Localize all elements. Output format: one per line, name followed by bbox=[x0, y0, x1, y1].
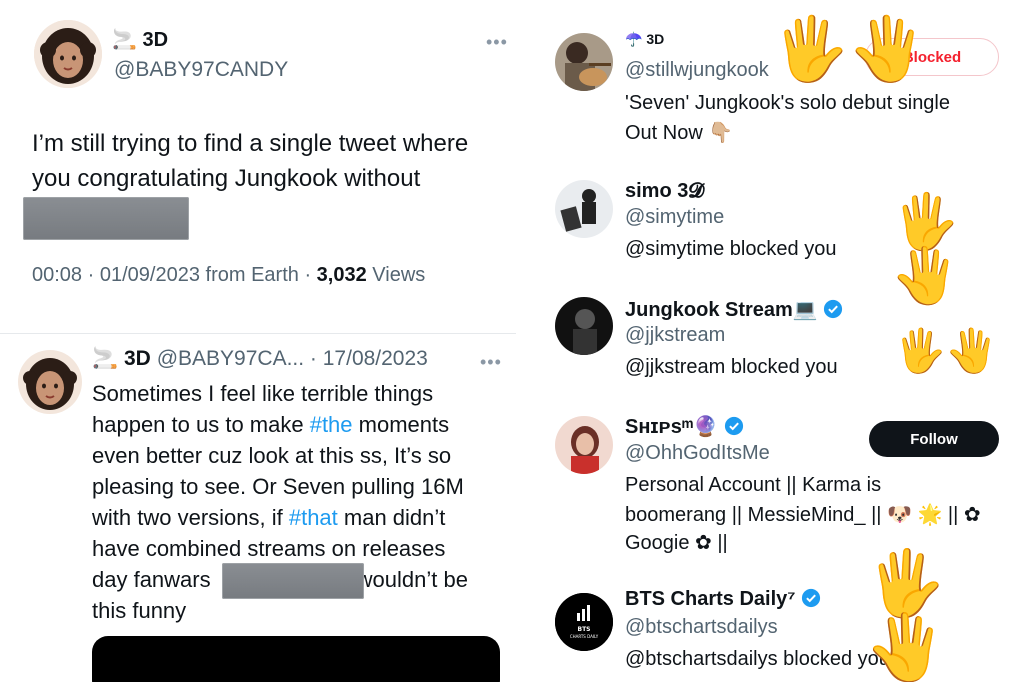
blocked-status: @btschartsdailys blocked you bbox=[625, 648, 890, 670]
handle[interactable]: @stillwjungkook bbox=[625, 59, 769, 82]
display-name: 3D bbox=[646, 31, 665, 47]
cigarette-icon: 🚬 bbox=[92, 347, 119, 370]
user-name[interactable]: Sʜɪᴘsᵐ🔮 bbox=[625, 414, 744, 439]
verified-badge-icon bbox=[724, 416, 743, 436]
tweet-time[interactable]: 00:08 bbox=[32, 264, 82, 286]
bio-line: Out Now 👇🏼 bbox=[625, 122, 734, 144]
blocked-status: @simytime blocked you bbox=[625, 238, 837, 260]
display-name: BTS Charts Daily⁷ bbox=[625, 588, 796, 610]
handle[interactable]: @OhhGodItsMe bbox=[625, 442, 770, 465]
avatar[interactable] bbox=[555, 180, 613, 238]
redaction-block bbox=[222, 563, 364, 599]
cigarette-icon: 🚬 bbox=[112, 29, 137, 51]
user-name[interactable]: BTS Charts Daily⁷ bbox=[625, 588, 821, 611]
left-screenshot: 🚬 3D @BABY97CANDY ••• I’m still trying t… bbox=[0, 0, 516, 682]
avatar[interactable] bbox=[555, 297, 613, 355]
avatar[interactable]: BTS CHARTS DAILY bbox=[555, 593, 613, 651]
follow-button[interactable]: Follow bbox=[869, 421, 999, 457]
tweet-meta: 00:08 · 01/09/2023 from Earth · 3,032 Vi… bbox=[32, 264, 426, 286]
tweet-header: 🚬 3D @BABY97CA... · 17/08/2023 bbox=[92, 347, 428, 371]
photo-avatar-icon bbox=[555, 297, 613, 355]
display-name[interactable]: simo 3𝓓 bbox=[625, 180, 704, 203]
svg-text:BTS: BTS bbox=[578, 626, 591, 633]
tweet-text-line: Sometimes I feel like terrible things bbox=[92, 381, 434, 406]
raised-hands-icon: 🖐🖐 bbox=[772, 12, 927, 85]
photo-avatar-icon bbox=[555, 180, 613, 238]
display-name: Jungkook Stream💻 bbox=[625, 299, 818, 321]
bio-line: boomerang || MessieMind_ || 🐶 🌟 || ✿ bbox=[625, 504, 981, 526]
bio-line: 'Seven' Jungkook's solo debut single bbox=[625, 92, 950, 114]
umbrella-icon: ☂️ bbox=[625, 31, 643, 47]
guitar-photo-avatar-icon bbox=[555, 33, 613, 91]
tweet-text-line: with two versions, if #that man didn’t bbox=[92, 505, 446, 530]
hashtag-link[interactable]: #that bbox=[289, 505, 338, 530]
cartoon-girl-avatar-icon bbox=[18, 350, 82, 414]
handle-date[interactable]: @BABY97CA... · 17/08/2023 bbox=[157, 347, 428, 370]
tweet-source: from Earth bbox=[205, 264, 299, 286]
avatar[interactable] bbox=[555, 416, 613, 474]
tweet-text-line: pleasing to see. Or Seven pulling 16M bbox=[92, 474, 464, 499]
photo-avatar-icon bbox=[555, 416, 613, 474]
tweet-text-line: you congratulating Jungkook without bbox=[32, 165, 421, 192]
tweet-author[interactable]: 🚬 3D bbox=[112, 27, 168, 52]
display-name[interactable]: 3D bbox=[124, 347, 151, 370]
more-options-icon[interactable]: ••• bbox=[480, 352, 502, 373]
bio-line: Googie ✿ || bbox=[625, 532, 728, 554]
blocked-status: @jjkstream blocked you bbox=[625, 356, 838, 378]
bts-charts-logo-icon: BTS CHARTS DAILY bbox=[555, 593, 613, 651]
media-attachment[interactable] bbox=[92, 636, 500, 682]
tweet-text-line: have combined streams on releases bbox=[92, 536, 446, 561]
avatar[interactable] bbox=[18, 350, 82, 414]
user-name[interactable]: ☂️ 3D bbox=[625, 31, 664, 48]
svg-text:CHARTS DAILY: CHARTS DAILY bbox=[570, 634, 599, 639]
tweet-text-line: even better cuz look at this ss, It’s so bbox=[92, 443, 452, 468]
avatar[interactable] bbox=[555, 33, 613, 91]
bio-line: Personal Account || Karma is bbox=[625, 474, 882, 496]
display-name: 3D bbox=[142, 29, 169, 51]
user-name[interactable]: Jungkook Stream💻 bbox=[625, 297, 843, 322]
verified-badge-icon bbox=[824, 299, 843, 319]
tweet-text-line: happen to us to make #the moments bbox=[92, 412, 450, 437]
handle[interactable]: @btschartsdailys bbox=[625, 616, 778, 639]
handle[interactable]: @simytime bbox=[625, 206, 724, 229]
display-name: Sʜɪᴘsᵐ🔮 bbox=[625, 416, 719, 438]
verified-badge-icon bbox=[802, 588, 821, 608]
hashtag-link[interactable]: #the bbox=[310, 412, 353, 437]
handle[interactable]: @jjkstream bbox=[625, 324, 725, 347]
cartoon-girl-avatar-icon bbox=[34, 20, 102, 88]
views-label: Views bbox=[372, 264, 426, 286]
tweet-text-line: I’m still trying to find a single tweet … bbox=[32, 130, 469, 157]
handle[interactable]: @BABY97CANDY bbox=[114, 58, 288, 82]
tweet-text-line: this funny bbox=[92, 598, 187, 623]
tweet-date[interactable]: 01/09/2023 bbox=[100, 264, 200, 286]
raised-hands-icon: 🖐🖐 bbox=[892, 190, 960, 308]
raised-hands-icon: 🖐🖐 bbox=[866, 547, 946, 682]
views-count: 3,032 bbox=[316, 264, 367, 286]
divider bbox=[0, 333, 516, 334]
raised-hands-icon: 🖐🖐 bbox=[894, 326, 999, 375]
avatar[interactable] bbox=[34, 20, 102, 88]
more-options-icon[interactable]: ••• bbox=[486, 32, 508, 53]
redaction-block bbox=[23, 197, 189, 240]
